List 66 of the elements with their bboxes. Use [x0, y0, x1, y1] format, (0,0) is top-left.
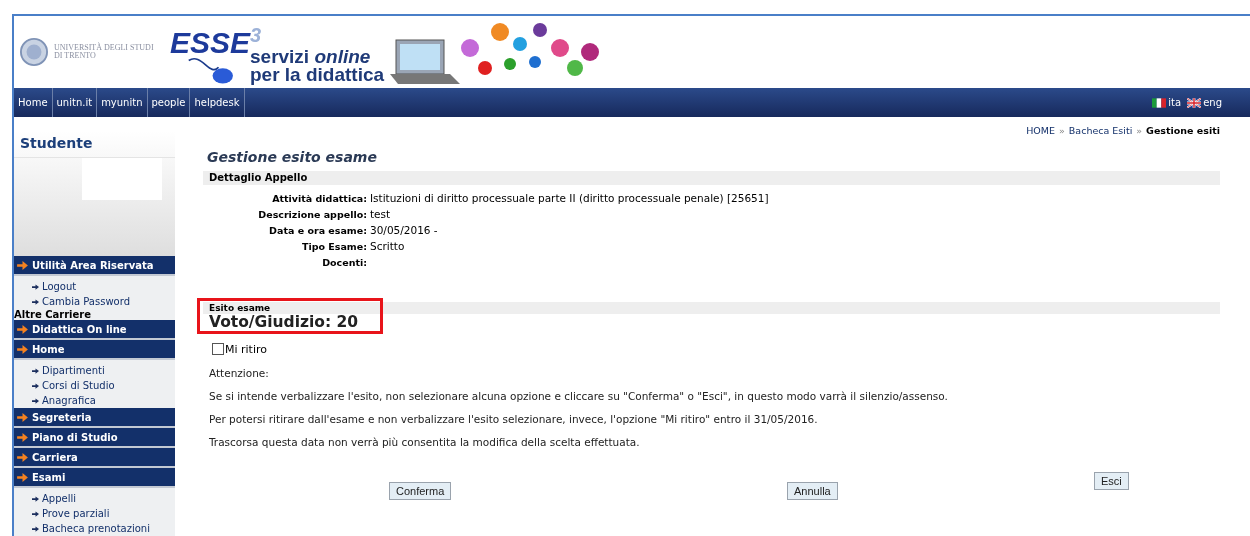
- breadcrumb-separator: »: [1136, 125, 1143, 136]
- arrow-icon: [17, 452, 28, 462]
- page-title: Gestione esito esame: [207, 149, 378, 165]
- cancel-button[interactable]: Annulla: [787, 482, 838, 500]
- arrow-icon: [32, 367, 39, 374]
- menu-label: Altre Carriere: [14, 309, 93, 320]
- menu-link[interactable]: Prove parziali: [14, 506, 175, 521]
- menu-link[interactable]: Bacheca prenotazioni: [14, 521, 175, 536]
- grade-text: Voto/Giudizio: 20: [208, 314, 360, 332]
- menu-link[interactable]: Appelli: [14, 491, 175, 506]
- confirm-button[interactable]: Conferma: [389, 482, 452, 500]
- field-value: 30/05/2016 -: [370, 223, 439, 238]
- notice-text: Trascorsa questa data non verrà più consentita la modifica della scelta effettuata.: [209, 435, 641, 449]
- notice-text: Per potersi ritirare dall'esame e non verbalizzare l'esito selezionare, invece, l'opzione "Mi ritiro" entro il 31/05/2016.: [209, 412, 819, 426]
- menu-link[interactable]: Cambia Password: [14, 294, 175, 309]
- language-link[interactable]: eng: [1187, 97, 1222, 108]
- arrow-icon: [32, 510, 39, 517]
- notice-text: Se si intende verbalizzare l'esito, non selezionare alcuna opzione e cliccare su "Conferma" o "Esci", in questo modo varrà il silenzio/assenso.: [209, 389, 949, 403]
- checkbox-icon[interactable]: [212, 343, 224, 355]
- field-label: Attività didattica:: [271, 192, 367, 206]
- nav-link[interactable]: helpdesk: [190, 88, 245, 117]
- arrow-icon: [17, 472, 28, 482]
- field-value: Istituzioni di diritto processuale parte II (diritto processuale penale) [25651]: [370, 191, 770, 206]
- field-label: Descrizione appello:: [257, 208, 367, 222]
- arrow-icon: [17, 412, 28, 422]
- menu-section[interactable]: Piano di Studio: [14, 428, 175, 448]
- withdraw-checkbox[interactable]: Mi ritiro: [212, 342, 1220, 356]
- arrow-icon: [32, 382, 39, 389]
- field-label: Docenti:: [321, 256, 367, 270]
- arrow-icon: [32, 397, 39, 404]
- exit-button[interactable]: Esci: [1094, 472, 1129, 490]
- menu-section[interactable]: Segreteria: [14, 408, 175, 428]
- arrow-icon: [17, 260, 28, 270]
- arrow-icon: [32, 298, 39, 305]
- arrow-icon: [17, 324, 28, 334]
- flag-icon: [1152, 97, 1167, 108]
- menu-link[interactable]: Anagrafica: [14, 393, 175, 408]
- field-label: Data e ora esame:: [268, 224, 367, 238]
- university-name: UNIVERSITÀ DEGLI STUDI DI TRENTO: [54, 44, 154, 60]
- menu-section[interactable]: Home: [14, 340, 175, 360]
- arrow-icon: [32, 283, 39, 290]
- menu-link[interactable]: Corsi di Studio: [14, 378, 175, 393]
- menu-section[interactable]: Didattica On line: [14, 320, 175, 340]
- university-seal-icon: [20, 38, 48, 66]
- breadcrumb-current-page: Gestione esiti: [1146, 125, 1220, 136]
- arrow-icon: [17, 432, 28, 442]
- breadcrumb-link[interactable]: HOME: [1026, 125, 1056, 136]
- arrow-icon: [17, 344, 28, 354]
- menu-link[interactable]: Logout: [14, 279, 175, 294]
- menu-section[interactable]: Carriera: [14, 448, 175, 468]
- menu-section[interactable]: Utilità Area Riservata: [14, 256, 175, 276]
- arrow-icon: [32, 495, 39, 502]
- section-heading: Dettaglio Appello: [203, 171, 1220, 185]
- language-link[interactable]: ita: [1152, 97, 1182, 108]
- section-heading: Esito esame: [203, 302, 1220, 314]
- breadcrumb-separator: »: [1059, 125, 1065, 136]
- arrow-icon: [32, 525, 39, 532]
- menu-link[interactable]: Dipartimenti: [14, 363, 175, 378]
- breadcrumb-link[interactable]: Bacheca Esiti: [1068, 125, 1133, 136]
- field-value: Scritto: [370, 239, 406, 254]
- field-label: Tipo Esame:: [300, 240, 367, 254]
- field-value: test: [370, 207, 392, 222]
- logo-tagline: servizi online per la didattica: [250, 48, 385, 87]
- flag-icon: [1187, 97, 1202, 108]
- menu-section[interactable]: Esami: [14, 468, 175, 488]
- notice-text: Attenzione:: [209, 366, 270, 380]
